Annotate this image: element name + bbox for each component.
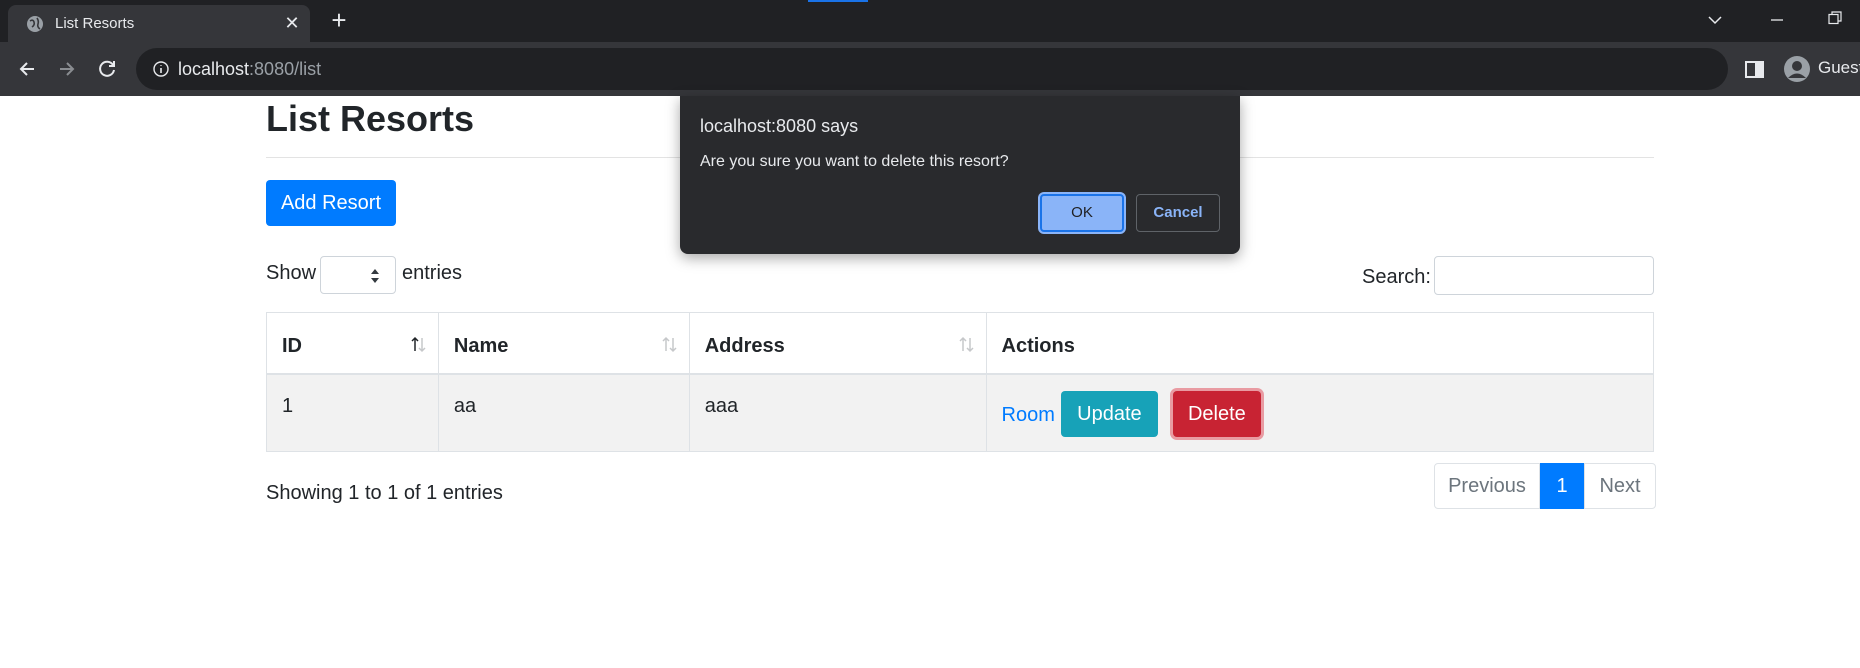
pagination-next[interactable]: Next: [1584, 463, 1656, 509]
dialog-message: Are you sure you want to delete this res…: [700, 153, 1009, 170]
pagination-page-1[interactable]: 1: [1540, 463, 1584, 509]
delete-button[interactable]: Delete: [1172, 390, 1261, 437]
resorts-table: ID Name Address Actions 1 aa aaa Room Up…: [266, 312, 1655, 452]
room-link[interactable]: Room: [1002, 404, 1055, 427]
back-icon[interactable]: [12, 54, 42, 84]
address-bar[interactable]: localhost:8080/list: [136, 48, 1728, 90]
dialog-ok-button[interactable]: OK: [1040, 194, 1124, 232]
page-title: List Resorts: [266, 98, 475, 139]
chevron-down-icon[interactable]: [1700, 6, 1730, 36]
tab-strip-accent: [808, 0, 868, 2]
cell-actions: Room Update Delete: [985, 373, 1655, 452]
info-icon[interactable]: [152, 60, 170, 78]
restore-icon[interactable]: [1820, 6, 1850, 36]
sort-asc-icon: [411, 336, 426, 353]
minimize-icon[interactable]: [1762, 6, 1792, 36]
browser-tab[interactable]: List Resorts ✕: [8, 5, 310, 42]
column-header-id[interactable]: ID: [266, 312, 439, 375]
table-info: Showing 1 to 1 of 1 entries: [266, 482, 503, 504]
profile-label[interactable]: Guest: [1818, 58, 1860, 78]
dialog-cancel-button[interactable]: Cancel: [1136, 194, 1220, 232]
show-label: Show: [266, 262, 317, 284]
table-header-row: ID Name Address Actions: [266, 312, 1655, 375]
profile-icon[interactable]: [1782, 54, 1812, 84]
browser-tab-bar: List Resorts ✕ +: [0, 0, 1860, 42]
column-header-name[interactable]: Name: [437, 312, 690, 375]
cell-name: aa: [437, 373, 690, 452]
add-resort-button[interactable]: Add Resort: [266, 180, 396, 226]
cell-id: 1: [266, 373, 439, 452]
sort-both-icon: [662, 336, 677, 353]
column-header-actions: Actions: [985, 312, 1655, 375]
search-label: Search:: [1362, 266, 1431, 288]
column-header-address[interactable]: Address: [688, 312, 987, 375]
sort-arrows-icon: [371, 269, 379, 283]
search-input[interactable]: [1434, 256, 1654, 295]
dialog-title: localhost:8080 says: [700, 116, 859, 136]
close-icon[interactable]: ✕: [280, 11, 304, 35]
entries-label: entries: [402, 262, 463, 284]
confirm-dialog: localhost:8080 says Are you sure you wan…: [680, 96, 1240, 254]
entries-per-page-select[interactable]: [320, 256, 396, 294]
globe-icon: [27, 16, 43, 32]
cell-address: aaa: [688, 373, 987, 452]
url-text: localhost:8080/list: [178, 59, 322, 79]
forward-icon[interactable]: [52, 54, 82, 84]
reload-icon[interactable]: [92, 54, 122, 84]
table-row: 1 aa aaa Room Update Delete: [266, 373, 1655, 452]
pagination: Previous 1 Next: [1434, 463, 1656, 509]
tab-title: List Resorts: [55, 15, 135, 32]
browser-toolbar: localhost:8080/list Guest: [0, 42, 1860, 96]
update-button[interactable]: Update: [1060, 390, 1158, 437]
sort-both-icon: [958, 336, 974, 353]
side-panel-icon[interactable]: [1744, 60, 1766, 80]
plus-icon[interactable]: +: [326, 7, 352, 34]
pagination-previous[interactable]: Previous: [1434, 463, 1540, 509]
